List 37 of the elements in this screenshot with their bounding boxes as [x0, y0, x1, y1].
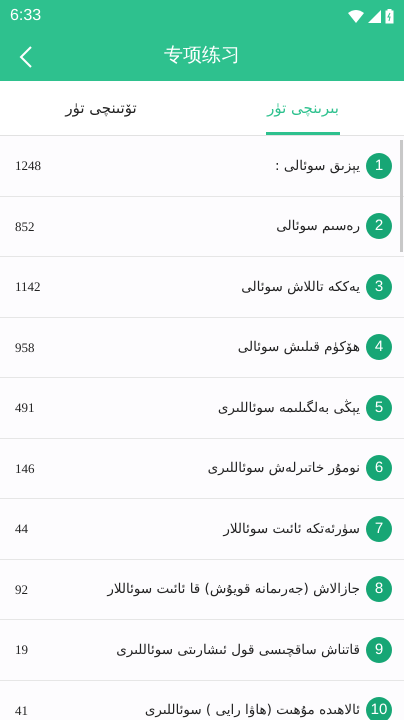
question-count: 1248 — [15, 157, 41, 175]
page-title: 专项练习 — [164, 44, 240, 68]
index-badge: 7 — [366, 516, 392, 542]
back-icon — [19, 45, 33, 69]
question-count: 491 — [15, 399, 34, 417]
category-title: جازالاش (جەرىمانە قويۇش) قا ئائىت سوئاللار — [107, 580, 360, 600]
signal-icon — [368, 10, 381, 22]
question-count: 958 — [15, 338, 34, 356]
category-title: نومۇر خاتىرلەش سوئاللىرى — [208, 459, 360, 478]
tab[interactable]: تۆتىنچى تۈر — [0, 81, 202, 135]
status-time: 6:33 — [10, 6, 42, 26]
index-badge: 4 — [366, 334, 392, 360]
index-badge: 10 — [366, 697, 392, 720]
index-badge: 9 — [366, 636, 392, 663]
category-title: سۈرئەتكە ئائىت سوئاللار — [223, 520, 360, 539]
index-badge: 8 — [366, 576, 392, 602]
battery-icon — [385, 8, 394, 24]
question-count: 146 — [15, 460, 34, 478]
index-badge: 3 — [366, 274, 392, 300]
question-count: 19 — [15, 641, 28, 659]
question-count: 92 — [15, 580, 28, 598]
category-title: ھۆكۈم قىلىش سوئالى — [238, 338, 360, 358]
category-title: يەككە تاللاش سوئالى — [241, 278, 360, 297]
category-title: يېڭى بەلگىلىمە سوئاللىرى — [218, 398, 360, 418]
question-count: 1142 — [15, 278, 41, 296]
index-badge: 6 — [366, 455, 392, 482]
index-badge: 5 — [366, 394, 392, 421]
question-count: 41 — [15, 702, 28, 720]
wifi-icon — [348, 10, 364, 22]
category-title: قاتناش ساقچىسى قول ئىشارىتى سوئاللىرى — [116, 640, 360, 660]
question-count: 852 — [15, 218, 34, 236]
question-count: 44 — [15, 520, 28, 538]
index-badge: 1 — [366, 152, 392, 179]
category-title: ئالاھىدە مۇھىت (ھاۋا رايى ) سوئاللىرى — [144, 701, 360, 720]
index-badge: 2 — [366, 213, 392, 240]
category-title: رەسىم سوئالى — [276, 217, 360, 236]
category-title: يېزىق سوئالى : — [275, 156, 360, 176]
